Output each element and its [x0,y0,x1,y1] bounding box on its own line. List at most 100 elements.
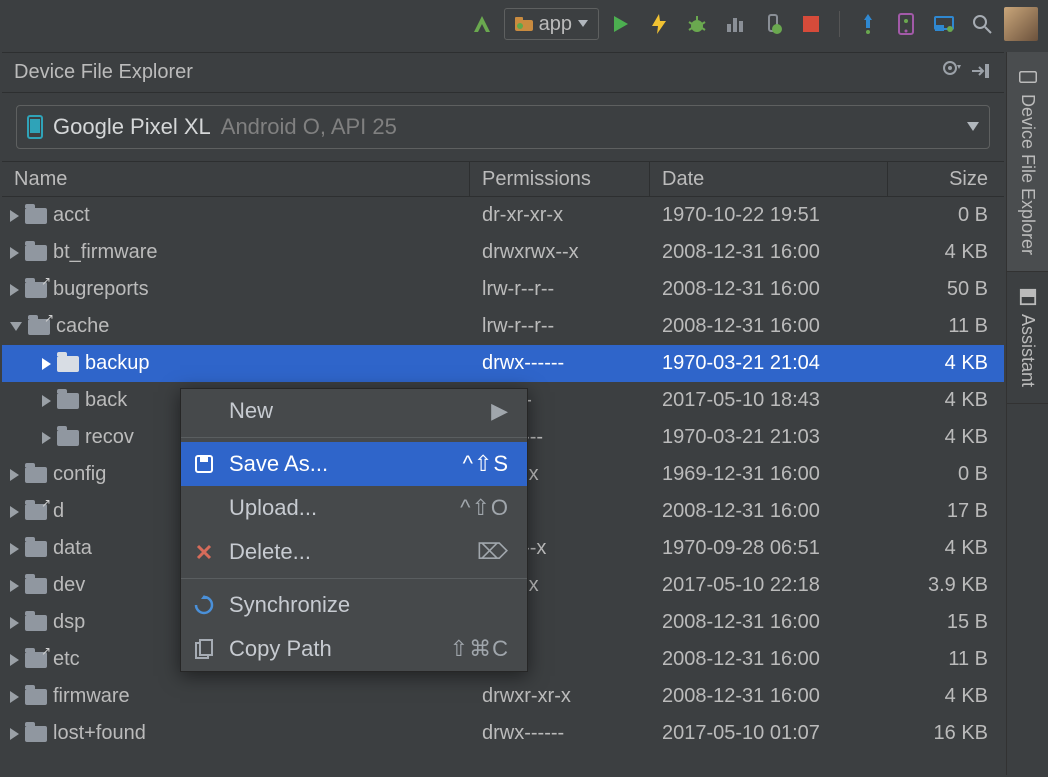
file-date: 2017-05-10 18:43 [650,389,888,412]
file-name: recov [85,426,134,449]
folder-icon [25,652,47,668]
file-name: bugreports [53,278,149,301]
user-avatar[interactable] [1004,7,1038,41]
column-header-date[interactable]: Date [650,162,888,196]
side-tab-device-file-explorer[interactable]: Device File Explorer [1007,52,1048,272]
device-api: Android O, API 25 [221,114,397,140]
file-size: 0 B [888,204,1004,227]
file-permissions: lrw-r--r-- [470,278,650,301]
folder-icon [25,467,47,483]
table-row[interactable]: backupdrwx------1970-03-21 21:044 KB [2,345,1004,382]
profile-button[interactable] [719,8,751,40]
expand-icon[interactable] [10,247,19,259]
menu-item-synchronize[interactable]: Synchronize [181,583,527,627]
file-size: 3.9 KB [888,574,1004,597]
menu-item-new[interactable]: New ▶ [181,389,527,433]
folder-icon [57,393,79,409]
expand-icon[interactable] [10,728,19,740]
column-header-permissions[interactable]: Permissions [470,162,650,196]
file-name: dev [53,574,85,597]
file-name: data [53,537,92,560]
file-date: 2008-12-31 16:00 [650,500,888,523]
file-size: 11 B [888,315,1004,338]
file-permissions: drwx------ [470,352,650,375]
file-size: 11 B [888,648,1004,671]
expand-icon[interactable] [10,284,19,296]
context-menu: New ▶ Save As... ^⇧S Upload...^⇧ODelete...⌦ S… [180,388,528,672]
column-header-size[interactable]: Size [888,162,1004,196]
stop-button[interactable] [795,8,827,40]
file-date: 2017-05-10 01:07 [650,722,888,745]
expand-icon[interactable] [10,469,19,481]
menu-shortcut: ⇧⌘C [450,636,509,662]
file-permissions: lrw-r--r-- [470,315,650,338]
make-button[interactable] [466,8,498,40]
attach-debugger-button[interactable] [757,8,789,40]
expand-icon[interactable] [10,543,19,555]
expand-icon[interactable] [10,580,19,592]
device-icon [1019,68,1037,86]
menu-shortcut: ⌦ [477,539,509,565]
file-size: 4 KB [888,537,1004,560]
submenu-arrow-icon: ▶ [491,398,509,424]
device-selector[interactable]: Google Pixel XL Android O, API 25 [16,105,990,149]
menu-shortcut: ^⇧O [460,495,509,521]
menu-item-delete[interactable]: Delete...⌦ [181,530,527,574]
search-button[interactable] [966,8,998,40]
folder-icon [25,282,47,298]
run-button[interactable] [605,8,637,40]
expand-icon[interactable] [10,654,19,666]
file-date: 2008-12-31 16:00 [650,611,888,634]
expand-icon[interactable] [10,210,19,222]
expand-icon[interactable] [10,617,19,629]
table-row[interactable]: bugreportslrw-r--r--2008-12-31 16:0050 B [2,271,1004,308]
side-tab-label: Device File Explorer [1017,94,1038,255]
panel-hide-button[interactable] [972,61,992,84]
file-date: 2008-12-31 16:00 [650,278,888,301]
menu-item-upload[interactable]: Upload...^⇧O [181,486,527,530]
file-name: firmware [53,685,130,708]
table-row[interactable]: acctdr-xr-xr-x1970-10-22 19:510 B [2,197,1004,234]
sdk-manager-button[interactable] [928,8,960,40]
expand-icon[interactable] [10,691,19,703]
file-date: 2008-12-31 16:00 [650,315,888,338]
sync-gradle-button[interactable] [852,8,884,40]
chevron-down-icon [578,20,588,28]
file-name: back [85,389,127,412]
menu-shortcut: ^⇧S [463,451,509,477]
table-row[interactable]: cachelrw-r--r--2008-12-31 16:0011 B [2,308,1004,345]
side-tab-assistant[interactable]: Assistant [1007,272,1048,404]
sync-icon [193,595,215,615]
table-row[interactable]: firmwaredrwxr-xr-x2008-12-31 16:004 KB [2,678,1004,715]
table-row[interactable]: bt_firmwaredrwxrwx--x2008-12-31 16:004 K… [2,234,1004,271]
menu-item-label: New [229,398,477,424]
expand-icon[interactable] [42,395,51,407]
file-name: dsp [53,611,85,634]
file-date: 1970-09-28 06:51 [650,537,888,560]
expand-icon[interactable] [42,432,51,444]
table-row[interactable]: lost+founddrwx------2017-05-10 01:0716 K… [2,715,1004,752]
expand-icon[interactable] [10,506,19,518]
avd-manager-button[interactable] [890,8,922,40]
menu-item-label: Save As... [229,451,449,477]
apply-changes-button[interactable] [643,8,675,40]
panel-settings-button[interactable] [942,60,962,86]
chevron-down-icon [967,122,979,132]
module-selector[interactable]: app [504,8,599,40]
folder-icon [57,430,79,446]
expand-icon[interactable] [42,358,51,370]
menu-separator [181,578,527,579]
file-permissions: drwxrwx--x [470,241,650,264]
file-name: backup [85,352,150,375]
column-header-name[interactable]: Name [2,162,470,196]
file-name: acct [53,204,90,227]
file-date: 2008-12-31 16:00 [650,241,888,264]
file-size: 4 KB [888,685,1004,708]
menu-item-copy-path[interactable]: Copy Path⇧⌘C [181,627,527,671]
debug-button[interactable] [681,8,713,40]
file-date: 1970-03-21 21:03 [650,426,888,449]
collapse-icon[interactable] [10,322,22,331]
folder-icon [25,726,47,742]
menu-item-save-as[interactable]: Save As... ^⇧S [181,442,527,486]
side-tab-label: Assistant [1017,314,1038,387]
